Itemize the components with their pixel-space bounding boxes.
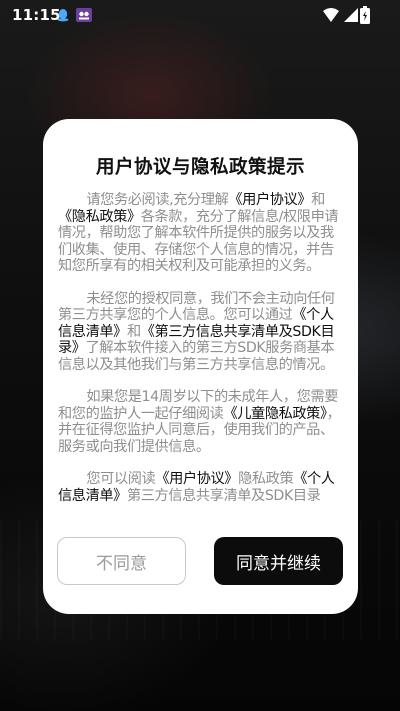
disagree-button[interactable]: 不同意: [57, 537, 186, 585]
p4-text-2: 隐私政策: [238, 471, 294, 487]
dialog-title: 用户协议与隐私政策提示: [95, 157, 305, 178]
privacy-dialog: 用户协议与隐私政策提示 请您务必阅读,充分理解《用户协议》和《隐私政策》各条款，…: [43, 119, 358, 614]
battery-icon: [360, 6, 370, 24]
p1-text-1: 请您务必阅读,充分理解: [86, 192, 229, 208]
p2-text-3: 了解本软件接入的第三方SDK服务商基本信息以及其他我们与第三方共享信息的情况。: [58, 340, 335, 373]
p4-text-1: 您可以阅读: [86, 471, 156, 487]
children-privacy-policy-link[interactable]: 《儿童隐私政策》: [223, 406, 327, 422]
p4-text-3: 第三方信息共享清单及SDK目录: [126, 487, 321, 504]
paragraph-1: 请您务必阅读,充分理解《用户协议》和《隐私政策》各条款，充分了解信息/权限申请情…: [58, 192, 343, 275]
paragraph-3: 如果您是14周岁以下的未成年人，您需要和您的监护人一起仔细阅读《儿童隐私政策》，…: [58, 389, 343, 455]
agree-continue-button[interactable]: 同意并继续: [214, 537, 343, 585]
wifi-icon: [323, 8, 339, 22]
p2-text-2: 和: [126, 323, 141, 340]
status-time: 11:15: [12, 6, 61, 24]
p1-text-2: 和: [311, 192, 325, 208]
signal-icon: [344, 8, 358, 22]
dialog-body[interactable]: 请您务必阅读,充分理解《用户协议》和《隐私政策》各条款，充分了解信息/权限申请情…: [58, 192, 343, 523]
app-notification-icon: [76, 8, 92, 22]
user-agreement-link[interactable]: 《用户协议》: [228, 192, 311, 208]
user-agreement-link-2[interactable]: 《用户协议》: [155, 471, 238, 487]
paragraph-2: 未经您的授权同意，我们不会主动向任何第三方共享您的个人信息。您可以通过《个人信息…: [58, 291, 343, 374]
status-bar: 11:15: [0, 0, 400, 30]
privacy-policy-link[interactable]: 《隐私政策》: [58, 209, 141, 225]
qq-icon: [57, 9, 69, 22]
paragraph-4: 您可以阅读《用户协议》隐私政策《个人信息清单》第三方信息共享清单及SDK目录: [58, 471, 343, 504]
